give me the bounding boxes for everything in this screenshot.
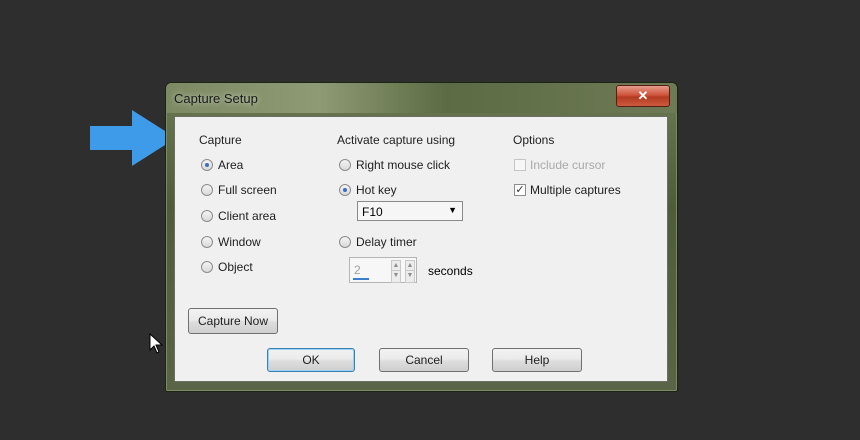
radio-area-label: Area xyxy=(218,158,244,172)
close-button[interactable]: ✕ xyxy=(616,85,670,107)
radio-right-mouse-click[interactable]: Right mouse click xyxy=(339,158,450,172)
radio-icon xyxy=(201,210,213,222)
radio-full-screen-label: Full screen xyxy=(218,183,277,197)
capture-setup-dialog: Capture Setup ✕ Capture Area Full screen… xyxy=(165,82,678,392)
focus-underline xyxy=(353,278,369,280)
radio-icon xyxy=(201,184,213,196)
radio-window-label: Window xyxy=(218,235,261,249)
hot-key-value: F10 xyxy=(362,205,383,219)
title-bar[interactable]: Capture Setup ✕ xyxy=(166,83,677,113)
spin-down-icon[interactable]: ▼ xyxy=(391,270,401,283)
capture-group-title: Capture xyxy=(199,133,242,147)
radio-hot-key[interactable]: Hot key xyxy=(339,183,397,197)
delay-seconds-value: 2 xyxy=(354,263,361,277)
dialog-title: Capture Setup xyxy=(174,91,258,106)
cancel-button[interactable]: Cancel xyxy=(379,348,469,372)
radio-icon xyxy=(339,159,351,171)
radio-icon xyxy=(201,261,213,273)
activate-group-title: Activate capture using xyxy=(337,133,456,147)
delay-seconds-stepper[interactable]: 2 ▲ ▼ ▲ ▼ xyxy=(349,257,417,283)
radio-client-area[interactable]: Client area xyxy=(201,209,276,223)
help-button[interactable]: Help xyxy=(492,348,582,372)
include-cursor-label: Include cursor xyxy=(530,158,606,172)
radio-right-mouse-click-label: Right mouse click xyxy=(356,158,451,172)
radio-window[interactable]: Window xyxy=(201,235,261,249)
radio-client-area-label: Client area xyxy=(218,209,277,223)
radio-icon xyxy=(201,159,213,171)
include-cursor-checkbox: Include cursor xyxy=(514,158,605,172)
ok-button[interactable]: OK xyxy=(267,348,355,372)
radio-icon xyxy=(339,184,351,196)
radio-hot-key-label: Hot key xyxy=(356,183,397,197)
spin-down-icon[interactable]: ▼ xyxy=(405,270,415,283)
radio-area[interactable]: Area xyxy=(201,158,243,172)
options-group-title: Options xyxy=(513,133,555,147)
hot-key-select[interactable]: F10 ▼ xyxy=(357,201,463,221)
radio-full-screen[interactable]: Full screen xyxy=(201,183,277,197)
multiple-captures-checkbox[interactable]: ✓ Multiple captures xyxy=(514,183,621,197)
radio-object-label: Object xyxy=(218,260,253,274)
radio-icon xyxy=(201,236,213,248)
radio-delay-timer-label: Delay timer xyxy=(356,235,417,249)
chevron-down-icon: ▼ xyxy=(448,205,457,215)
radio-object[interactable]: Object xyxy=(201,260,253,274)
checkmark-icon: ✓ xyxy=(514,184,526,196)
radio-delay-timer[interactable]: Delay timer xyxy=(339,235,417,249)
checkbox-icon xyxy=(514,159,526,171)
seconds-label: seconds xyxy=(428,264,473,278)
capture-now-button[interactable]: Capture Now xyxy=(188,308,278,334)
dialog-client-area: Capture Area Full screen Client area Win… xyxy=(174,116,668,382)
radio-icon xyxy=(339,236,351,248)
multiple-captures-label: Multiple captures xyxy=(530,183,621,197)
mouse-cursor-icon xyxy=(149,333,164,354)
